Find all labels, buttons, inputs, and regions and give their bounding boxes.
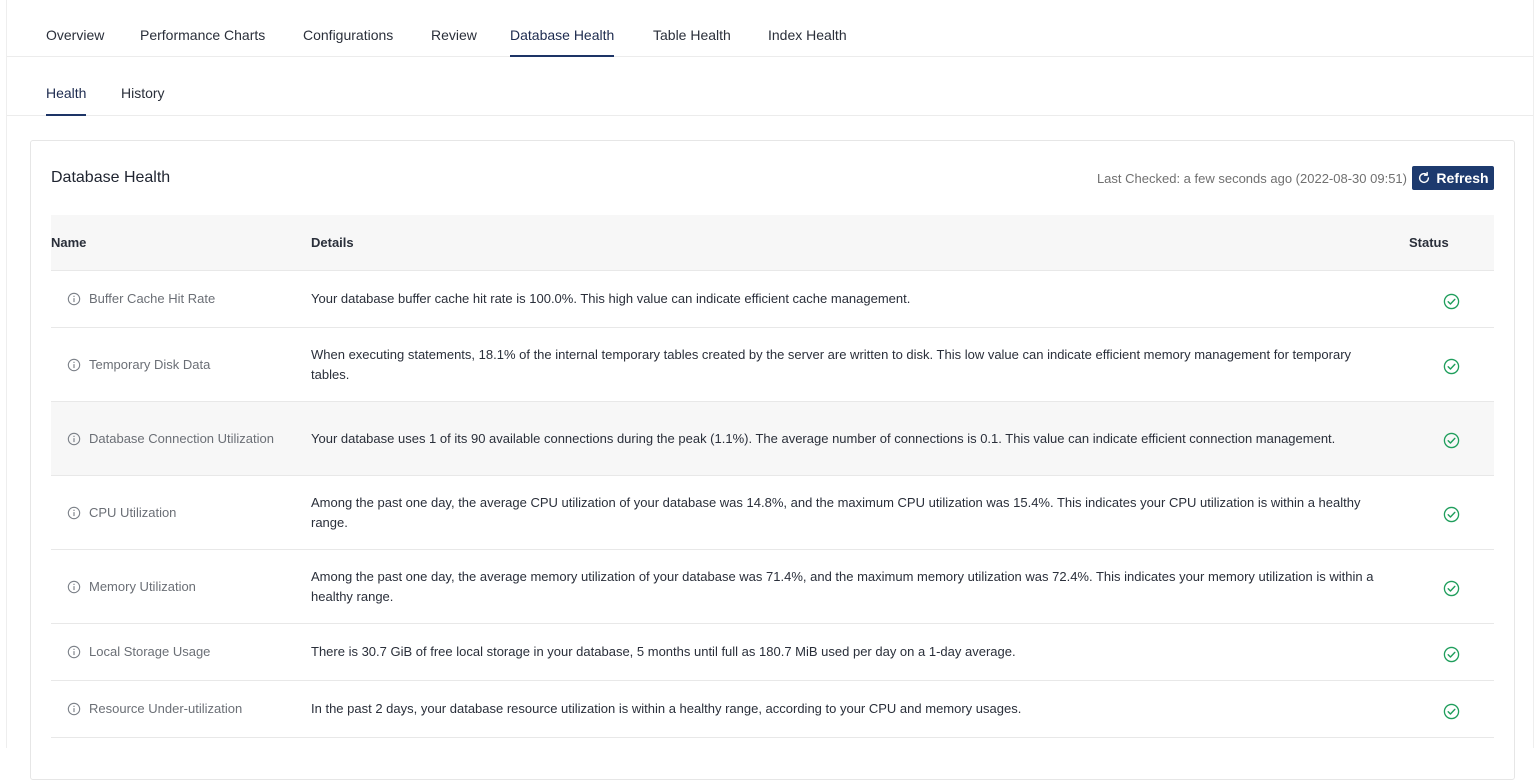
health-table: Name Details Status Buffer Cache Hit Rat… <box>51 215 1494 738</box>
row-details: There is 30.7 GiB of free local storage … <box>311 623 1409 681</box>
info-icon[interactable] <box>67 702 81 716</box>
row-name: CPU Utilization <box>89 504 177 520</box>
tab-review[interactable]: Review <box>431 0 477 57</box>
info-icon[interactable] <box>67 645 81 659</box>
card-title: Database Health <box>51 169 171 186</box>
tab-performance-charts[interactable]: Performance Charts <box>140 0 265 57</box>
tab-configurations[interactable]: Configurations <box>303 0 393 57</box>
row-name: Local Storage Usage <box>89 644 211 659</box>
row-details: Your database buffer cache hit rate is 1… <box>311 270 1409 328</box>
check-circle-icon <box>1443 506 1460 523</box>
row-name: Database Connection Utilization <box>89 430 274 446</box>
tab-database-health[interactable]: Database Health <box>510 0 615 57</box>
table-row: Temporary Disk Data When executing state… <box>51 327 1494 402</box>
info-icon[interactable] <box>67 580 81 594</box>
info-icon[interactable] <box>67 358 81 372</box>
table-row: Memory Utilization Among the past one da… <box>51 549 1494 624</box>
check-circle-icon <box>1443 646 1460 662</box>
table-row: Resource Under-utilization In the past 2… <box>51 680 1494 738</box>
table-row: Database Connection Utilization Your dat… <box>51 401 1494 476</box>
tab-table-health[interactable]: Table Health <box>653 0 731 57</box>
table-row: CPU Utilization Among the past one day, … <box>51 475 1494 550</box>
last-checked-text: Last Checked: a few seconds ago (2022-08… <box>1096 171 1407 186</box>
header-details: Details <box>311 215 1409 271</box>
refresh-button[interactable]: Refresh <box>1412 166 1494 190</box>
table-header-row: Name Details Status <box>51 215 1494 271</box>
check-circle-icon <box>1443 703 1460 719</box>
header-status: Status <box>1409 215 1494 271</box>
row-details: Among the past one day, the average CPU … <box>311 475 1409 550</box>
database-health-card: Database Health Last Checked: a few seco… <box>30 140 1515 780</box>
info-icon[interactable] <box>67 432 81 446</box>
refresh-label: Refresh <box>1436 170 1489 186</box>
tab-overview[interactable]: Overview <box>46 0 104 57</box>
check-circle-icon <box>1443 293 1460 309</box>
main-tab-bar: Overview Performance Charts Configuratio… <box>7 0 1533 57</box>
table-row: Buffer Cache Hit Rate Your database buff… <box>51 270 1494 328</box>
row-name: Memory Utilization <box>89 578 196 594</box>
table-row: Local Storage Usage There is 30.7 GiB of… <box>51 623 1494 681</box>
header-name: Name <box>51 215 311 271</box>
row-name: Temporary Disk Data <box>89 356 211 372</box>
row-name: Buffer Cache Hit Rate <box>89 291 216 306</box>
row-details: Among the past one day, the average memo… <box>311 549 1409 624</box>
row-name: Resource Under-utilization <box>89 701 243 716</box>
tab-history[interactable]: History <box>121 58 165 116</box>
info-icon[interactable] <box>67 506 81 520</box>
row-details: Your database uses 1 of its 90 available… <box>311 401 1409 476</box>
check-circle-icon <box>1443 432 1460 449</box>
row-details: In the past 2 days, your database resour… <box>311 680 1409 738</box>
sub-tab-bar: Health History <box>7 58 1533 116</box>
refresh-icon <box>1419 171 1430 184</box>
check-circle-icon <box>1443 580 1460 597</box>
info-icon[interactable] <box>67 292 81 306</box>
tab-index-health[interactable]: Index Health <box>768 0 847 57</box>
tab-health[interactable]: Health <box>46 58 87 116</box>
check-circle-icon <box>1443 358 1460 375</box>
row-details: When executing statements, 18.1% of the … <box>311 327 1409 402</box>
